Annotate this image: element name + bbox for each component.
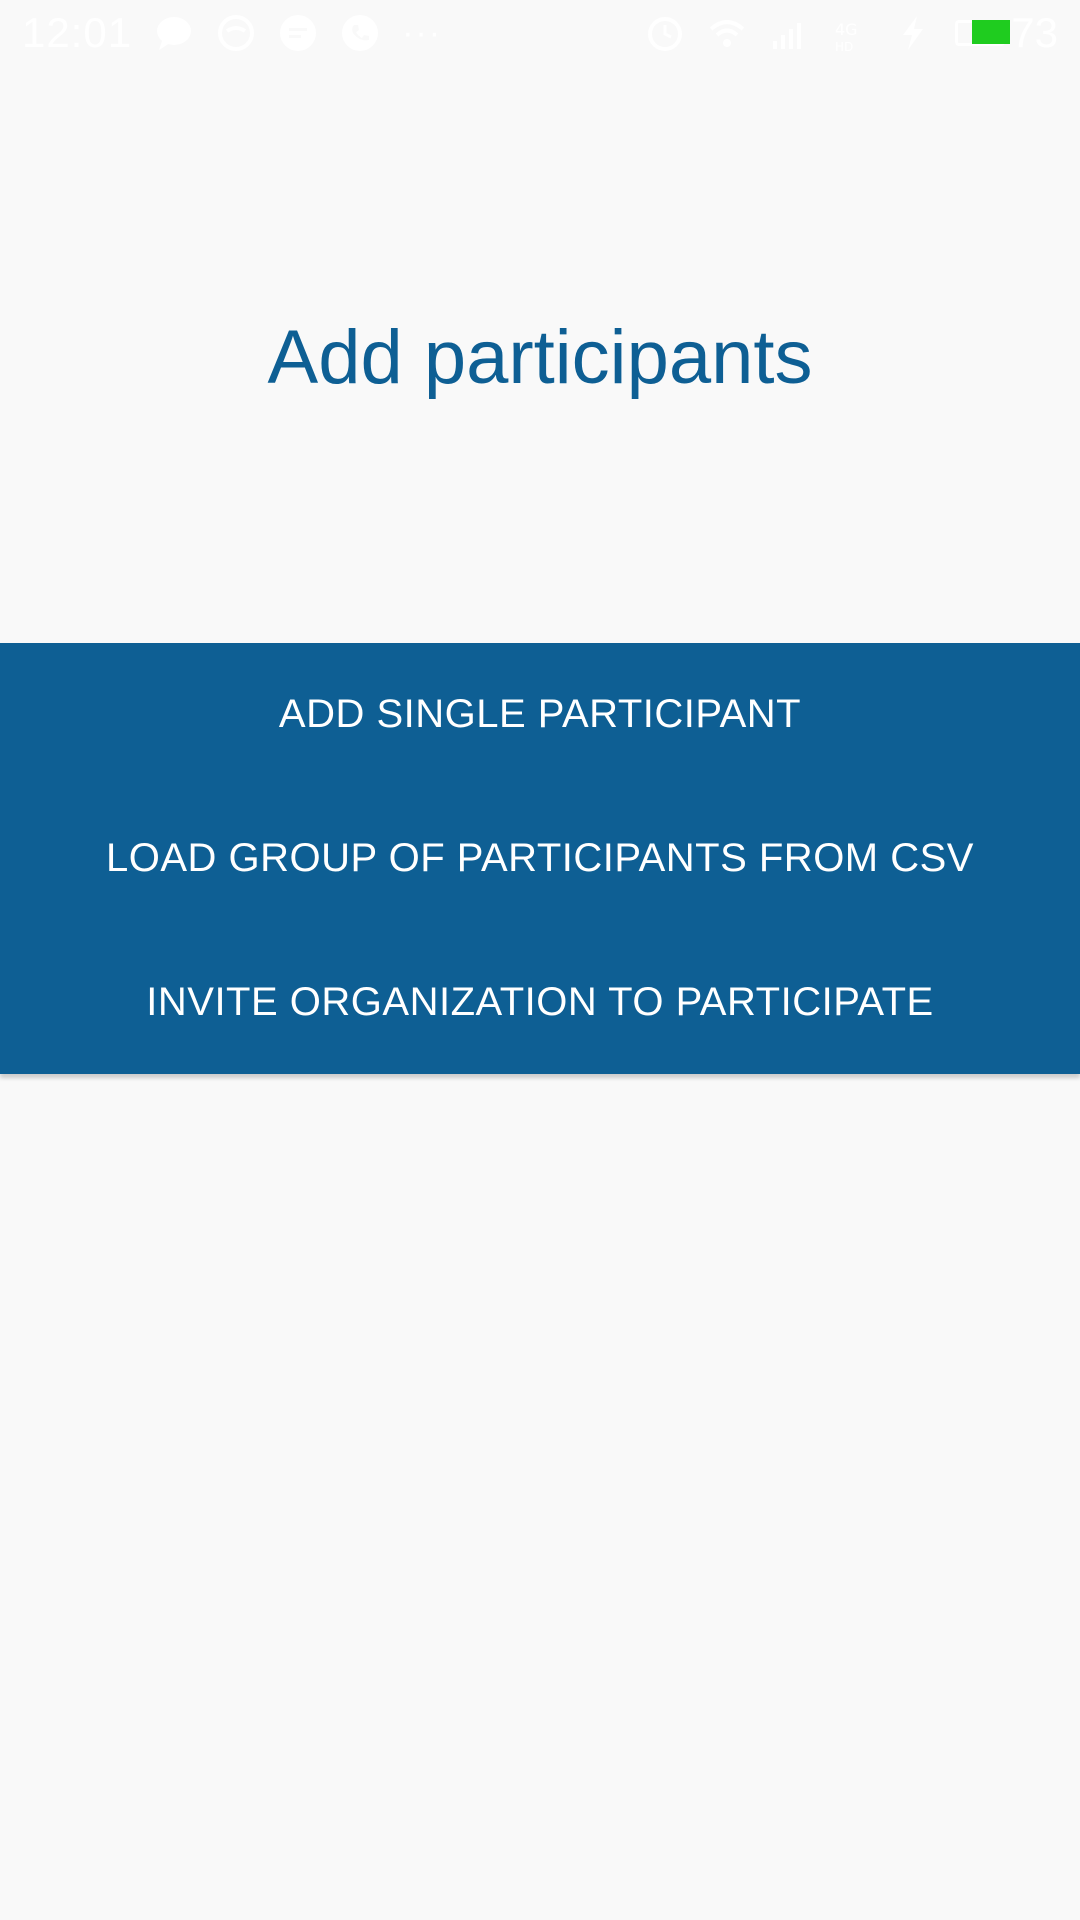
svg-text:4G: 4G xyxy=(835,20,858,39)
alarm-icon xyxy=(645,13,685,53)
charging-icon xyxy=(893,13,933,53)
add-single-participant-button[interactable]: ADD SINGLE PARTICIPANT xyxy=(0,643,1080,787)
status-time: 12:01 xyxy=(22,9,133,56)
battery-percent: 73 xyxy=(1011,9,1058,56)
action-panel: ADD SINGLE PARTICIPANT LOAD GROUP OF PAR… xyxy=(0,643,1080,1074)
notification-overflow: ··· xyxy=(402,13,443,52)
4g-icon: 4G HD xyxy=(831,13,871,53)
invite-organization-button[interactable]: INVITE ORGANIZATION TO PARTICIPATE xyxy=(0,930,1080,1074)
wifi-icon xyxy=(707,13,747,53)
speech-circle-icon xyxy=(216,13,256,53)
battery-level xyxy=(972,20,1011,44)
status-right: 4G HD 73 xyxy=(645,9,1058,57)
load-csv-participants-button[interactable]: LOAD GROUP OF PARTICIPANTS FROM CSV xyxy=(0,787,1080,931)
screen: 12:01 ··· 4G HD 73 Add participants ADD … xyxy=(0,0,1080,1920)
status-left: 12:01 ··· xyxy=(22,9,442,57)
chat-bubble-icon xyxy=(154,13,194,53)
status-bar: 12:01 ··· 4G HD 73 xyxy=(0,0,1080,66)
battery-icon xyxy=(955,20,1011,46)
message-icon xyxy=(278,13,318,53)
phone-icon xyxy=(340,13,380,53)
battery-indicator: 73 xyxy=(955,9,1058,57)
svg-text:HD: HD xyxy=(835,40,853,53)
page-title: Add participants xyxy=(267,315,813,400)
signal-icon xyxy=(769,13,809,53)
